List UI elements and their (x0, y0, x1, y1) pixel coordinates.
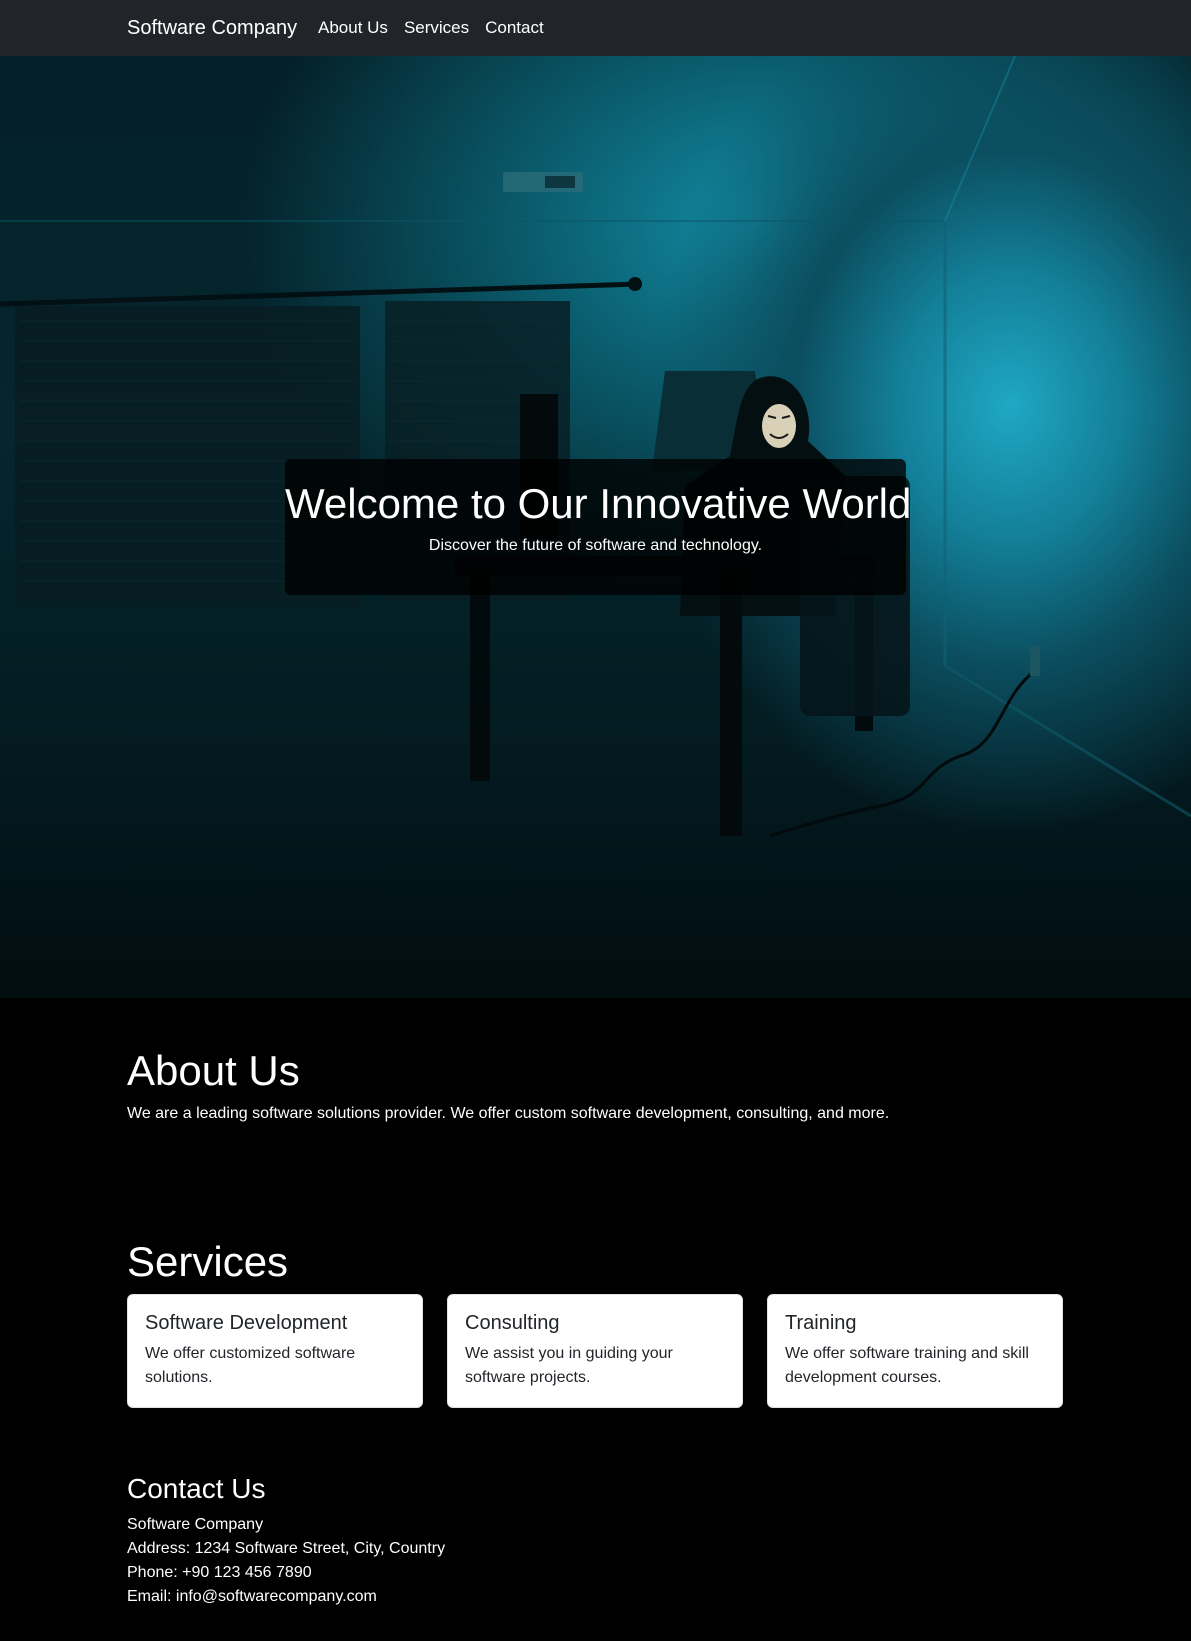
nav-links: About Us Services Contact (318, 16, 544, 40)
hero-section: Welcome to Our Innovative World Discover… (0, 56, 1191, 998)
hero-caption-box: Welcome to Our Innovative World Discover… (285, 459, 912, 595)
hero-title: Welcome to Our Innovative World (285, 480, 912, 527)
about-heading: About Us (127, 1047, 300, 1094)
contact-company: Software Company (127, 1516, 264, 1533)
navbar-brand[interactable]: Software Company (127, 14, 297, 42)
card-text: We offer software training and skill dev… (785, 1345, 1029, 1386)
card-title: Consulting (465, 1312, 560, 1334)
card-text: We assist you in guiding your software p… (465, 1345, 673, 1386)
nav-link-about-us[interactable]: About Us (318, 16, 388, 40)
card-title: Software Development (145, 1312, 348, 1334)
card-title: Training (785, 1312, 857, 1334)
service-card-consulting: Consulting We assist you in guiding your… (447, 1294, 743, 1408)
contact-heading: Contact Us (127, 1473, 266, 1504)
contact-email: Email: info@softwarecompany.com (127, 1588, 377, 1605)
contact-details: Software Company Address: 1234 Software … (127, 1513, 445, 1609)
contact-address: Address: 1234 Software Street, City, Cou… (127, 1540, 446, 1557)
card-text: We offer customized software solutions. (145, 1345, 356, 1386)
services-cards: Software Development We offer customized… (127, 1294, 1063, 1408)
services-heading: Services (127, 1238, 289, 1285)
nav-link-services[interactable]: Services (404, 16, 469, 40)
service-card-training: Training We offer software training and … (767, 1294, 1063, 1408)
contact-phone: Phone: +90 123 456 7890 (127, 1564, 312, 1581)
service-card-software-development: Software Development We offer customized… (127, 1294, 423, 1408)
about-text: We are a leading software solutions prov… (127, 1105, 890, 1122)
navbar: Software Company About Us Services Conta… (0, 0, 1191, 56)
nav-link-contact[interactable]: Contact (485, 16, 544, 40)
hero-subtitle: Discover the future of software and tech… (428, 537, 763, 554)
